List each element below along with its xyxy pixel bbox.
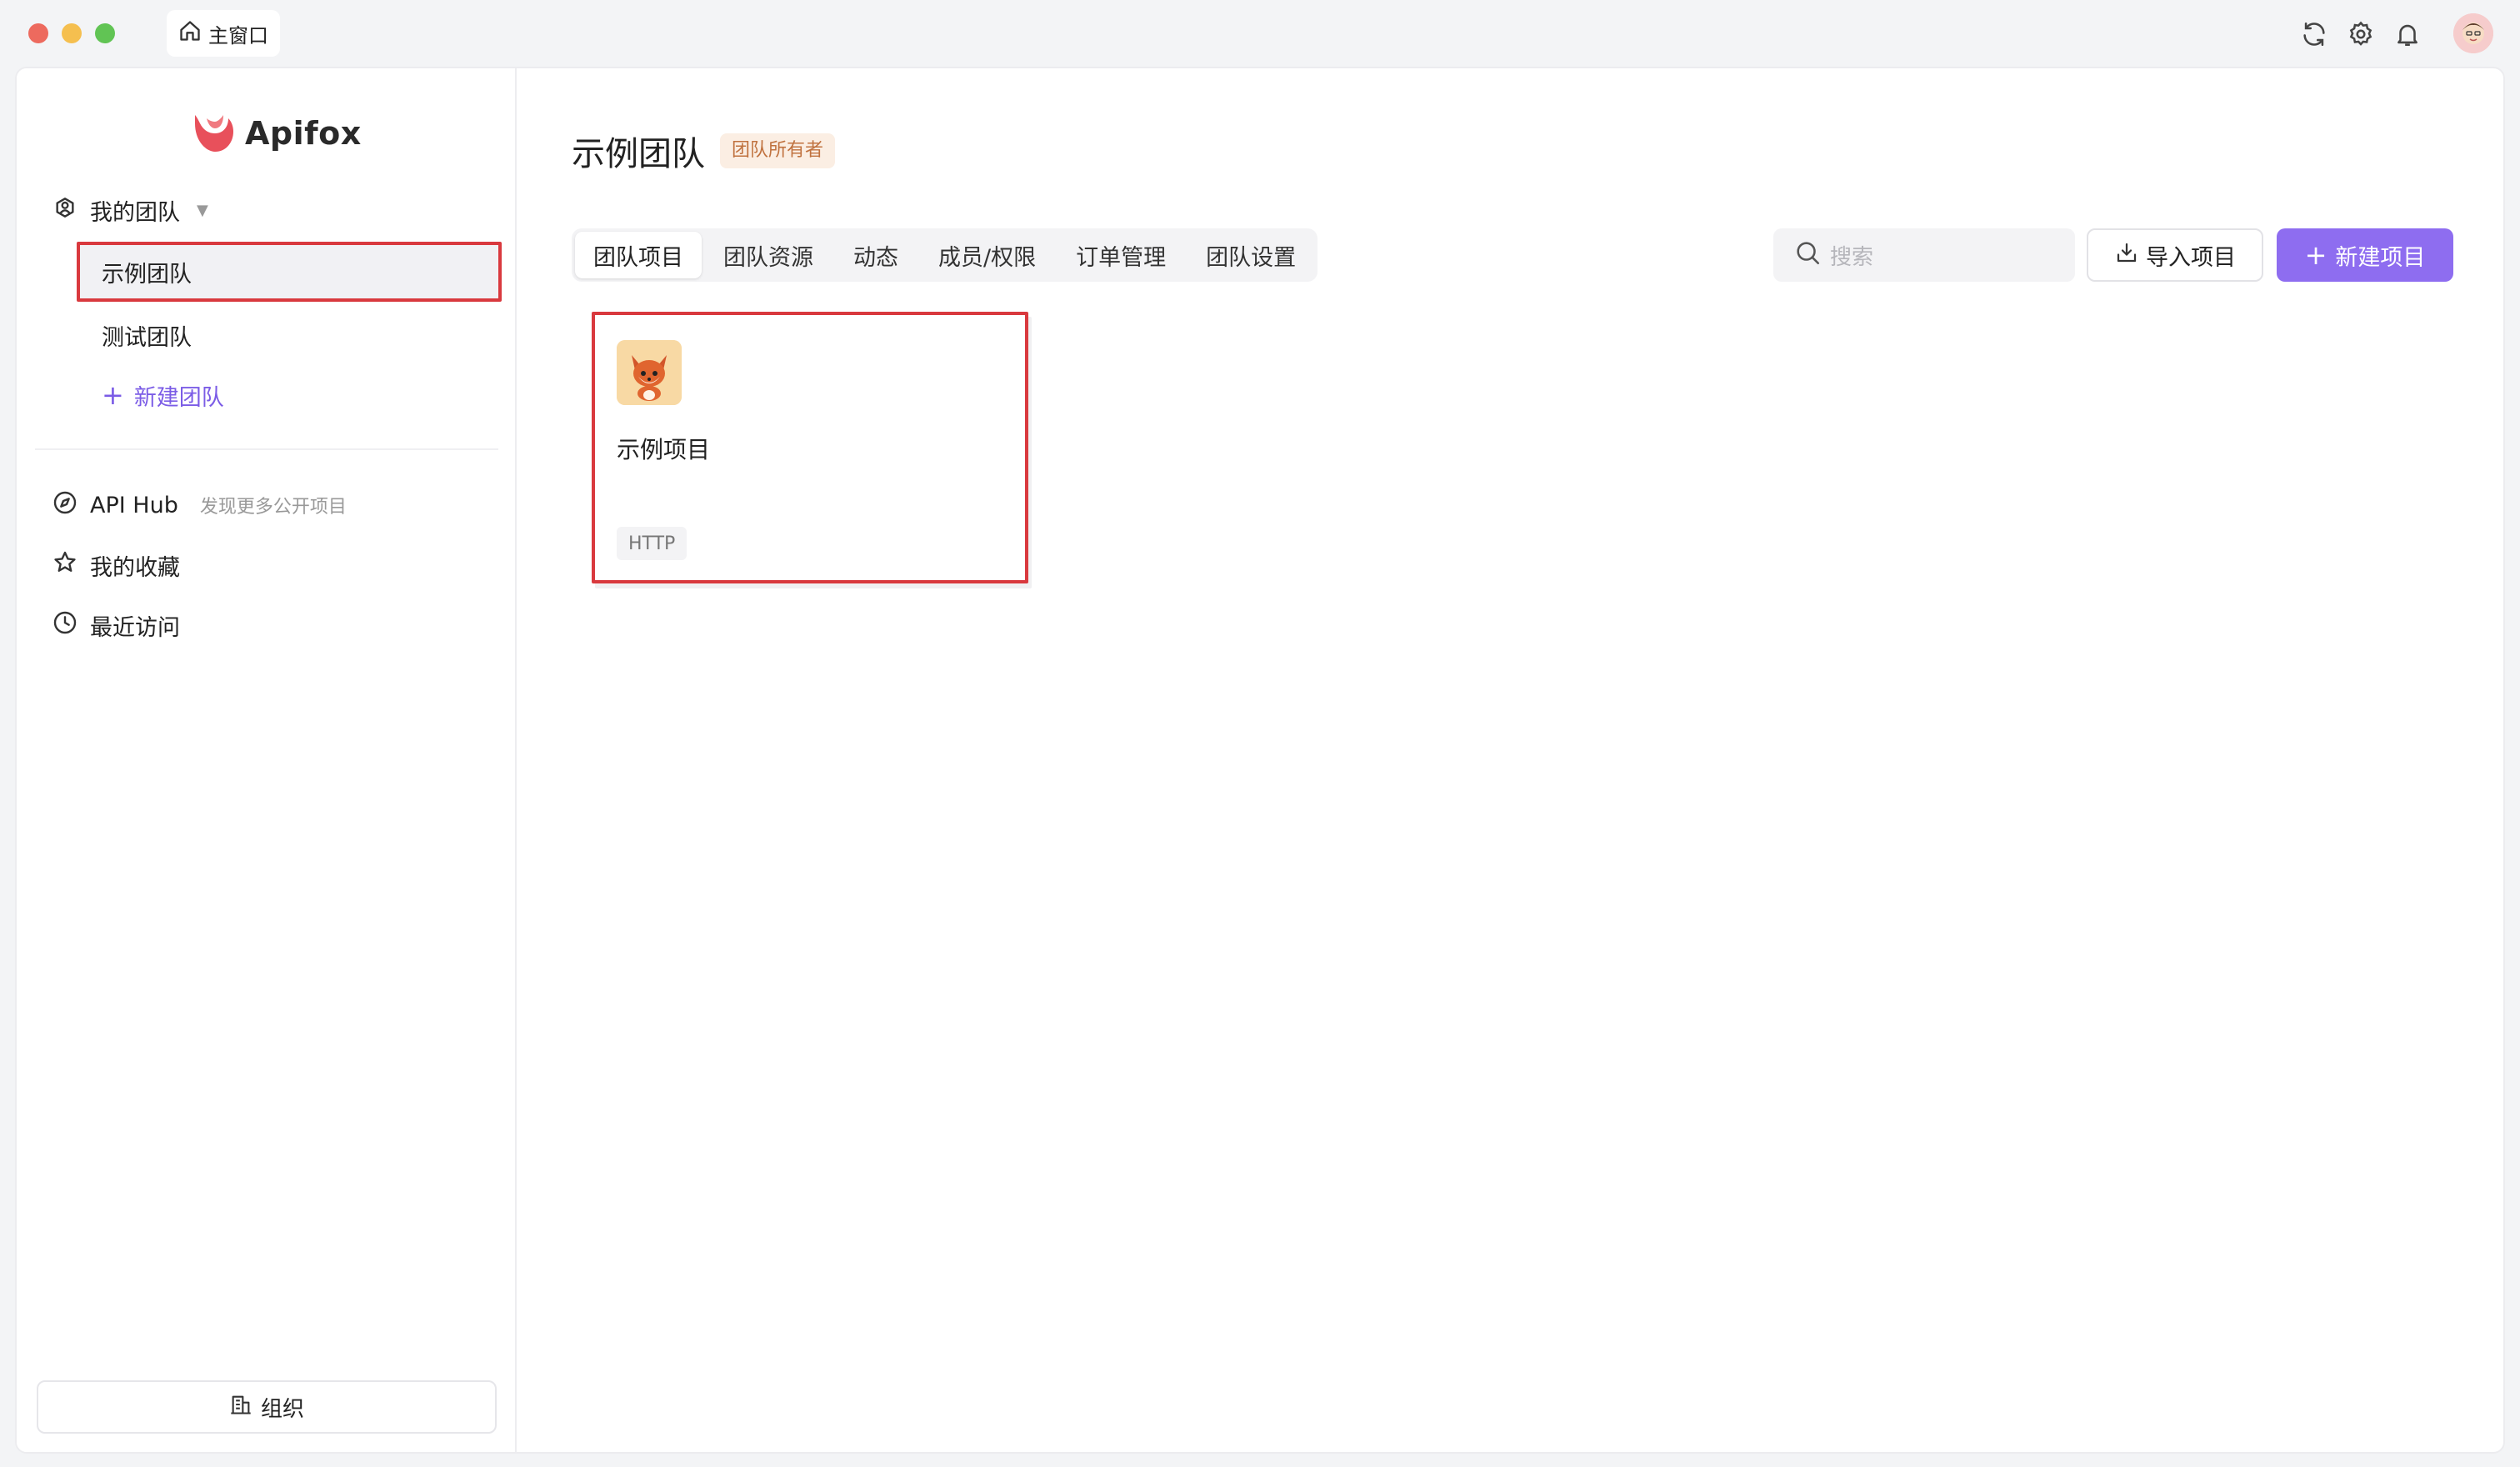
team-item-label: 示例团队 xyxy=(102,261,192,288)
star-icon xyxy=(52,549,78,582)
favorites-label: 我的收藏 xyxy=(90,554,180,581)
search-icon xyxy=(1793,238,1822,273)
new-project-label: 新建项目 xyxy=(2335,244,2426,271)
sidebar-item-recent[interactable]: 最近访问 xyxy=(52,602,180,648)
owner-badge: 团队所有者 xyxy=(720,133,836,169)
new-team-label: 新建团队 xyxy=(133,384,224,411)
main-content: 示例团队 团队所有者 团队项目 团队资源 动态 成员/权限 订单管理 团队设置 … xyxy=(517,68,2503,1452)
maximize-window-button[interactable] xyxy=(95,23,115,43)
import-icon xyxy=(2114,240,2139,271)
api-hub-label: API Hub xyxy=(90,492,178,518)
sidebar-team-example[interactable]: 示例团队 xyxy=(77,242,502,302)
home-tab-label: 主窗口 xyxy=(208,23,268,48)
search-placeholder: 搜索 xyxy=(1830,244,1874,270)
logo-text: Apifox xyxy=(245,115,362,152)
project-name: 示例项目 xyxy=(617,436,711,463)
home-icon xyxy=(178,19,202,48)
sidebar-item-favorites[interactable]: 我的收藏 xyxy=(52,542,180,588)
settings-gear-icon[interactable] xyxy=(2347,20,2375,48)
compass-icon xyxy=(52,489,78,522)
my-teams-toggle[interactable]: 我的团队 ▼ xyxy=(52,187,208,233)
page-title: 示例团队 xyxy=(572,135,705,173)
new-project-button[interactable]: + 新建项目 xyxy=(2277,228,2453,282)
sidebar: Apifox 我的团队 ▼ 示例团队 测试团队 + 新建团队 API Hub 发… xyxy=(17,68,517,1452)
sidebar-divider xyxy=(35,448,498,450)
tab-orders[interactable]: 订单管理 xyxy=(1058,232,1184,278)
my-teams-label: 我的团队 xyxy=(90,199,180,226)
refresh-icon[interactable] xyxy=(2300,20,2328,48)
close-window-button[interactable] xyxy=(28,23,48,43)
apifox-logo: Apifox xyxy=(190,108,362,158)
sidebar-team-test[interactable]: 测试团队 xyxy=(77,305,502,365)
organization-button[interactable]: 组织 xyxy=(37,1380,497,1434)
home-tab[interactable]: 主窗口 xyxy=(167,10,280,57)
team-icon xyxy=(52,194,78,227)
tab-team-settings[interactable]: 团队设置 xyxy=(1188,232,1314,278)
import-project-label: 导入项目 xyxy=(2146,244,2236,271)
search-input[interactable]: 搜索 xyxy=(1773,228,2075,282)
plus-icon: + xyxy=(2304,239,2328,271)
plus-icon: + xyxy=(102,379,124,411)
team-item-label: 测试团队 xyxy=(102,324,192,351)
notification-bell-icon[interactable] xyxy=(2393,20,2422,48)
title-bar: 主窗口 xyxy=(0,0,2520,67)
app-window: Apifox 我的团队 ▼ 示例团队 测试团队 + 新建团队 API Hub 发… xyxy=(15,67,2505,1454)
import-project-button[interactable]: 导入项目 xyxy=(2087,228,2263,282)
recent-label: 最近访问 xyxy=(90,614,180,641)
organization-label: 组织 xyxy=(260,1396,304,1422)
team-tabs: 团队项目 团队资源 动态 成员/权限 订单管理 团队设置 xyxy=(572,228,1318,282)
api-hub-hint: 发现更多公开项目 xyxy=(199,497,347,518)
building-icon xyxy=(229,1393,252,1422)
minimize-window-button[interactable] xyxy=(62,23,82,43)
fox-icon xyxy=(617,340,682,405)
page-header: 示例团队 团队所有者 xyxy=(572,127,836,175)
apifox-logo-icon xyxy=(190,108,237,158)
sidebar-item-api-hub[interactable]: API Hub 发现更多公开项目 xyxy=(52,482,347,528)
clock-icon xyxy=(52,609,78,642)
tab-members[interactable]: 成员/权限 xyxy=(920,232,1054,278)
tab-team-resources[interactable]: 团队资源 xyxy=(705,232,832,278)
project-type-tag: HTTP xyxy=(617,527,688,560)
tab-team-projects[interactable]: 团队项目 xyxy=(575,232,702,278)
new-team-button[interactable]: + 新建团队 xyxy=(77,365,502,425)
caret-down-icon: ▼ xyxy=(197,201,208,219)
project-card[interactable]: 示例项目 HTTP xyxy=(592,312,1028,583)
tab-activity[interactable]: 动态 xyxy=(835,232,917,278)
user-avatar[interactable] xyxy=(2453,13,2493,53)
